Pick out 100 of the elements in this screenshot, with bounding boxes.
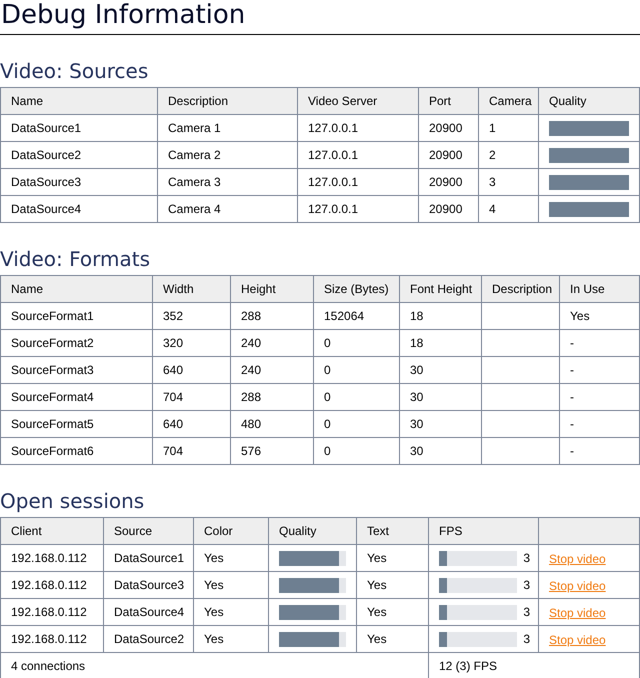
page-title: Debug Information [0,0,246,30]
table-cell: DataSource4 [0,196,158,222]
table-cell: Yes [194,626,268,652]
column-header: Width [152,276,230,302]
table-cell: 30 [400,410,482,438]
column-header: Name [0,276,152,302]
column-header: Font Height [400,276,482,302]
table-cell: DataSource2 [104,626,194,652]
table-cell: SourceFormat1 [0,302,152,330]
table-cell: DataSource2 [0,142,158,168]
table-cell: 30 [400,438,482,464]
table-cell: - [560,410,640,438]
table-cell: 640 [152,410,230,438]
table-cell: 30 [400,356,482,384]
table-cell: DataSource3 [0,168,158,196]
table-cell: Camera 4 [158,196,298,222]
table-cell: - [560,384,640,410]
table-cell: 240 [230,356,314,384]
table-cell: DataSource1 [0,114,158,142]
table-cell: 192.168.0.112 [0,626,104,652]
section-heading: Open sessions [0,488,144,514]
fps-value: 3 [523,550,530,567]
table-cell: Yes [356,544,428,572]
column-header: Video Server [298,88,418,114]
fps-value: 3 [523,631,530,648]
fps-value: 3 [523,577,530,594]
column-header: Size (Bytes) [314,276,400,302]
table-cell: 288 [230,384,314,410]
table-cell: 288 [230,302,314,330]
table-cell: 192.168.0.112 [0,572,104,598]
section-heading: Video: Formats [0,246,150,272]
column-header: Name [0,88,158,114]
table-cell: 152064 [314,302,400,330]
table-cell: 352 [152,302,230,330]
table-cell: 640 [152,356,230,384]
column-header: Client [0,518,104,544]
table-cell: SourceFormat3 [0,356,152,384]
column-header: Description [482,276,560,302]
column-header: Camera [478,88,538,114]
table-cell: 0 [314,384,400,410]
table-cell: 576 [230,438,314,464]
table-cell: 127.0.0.1 [298,142,418,168]
table-cell: DataSource4 [104,598,194,626]
column-header: Quality [268,518,356,544]
table-cell: 3 [478,168,538,196]
table-cell: 320 [152,330,230,356]
table-cell: 20900 [418,114,478,142]
fps-value: 3 [523,604,530,621]
table-cell: 192.168.0.112 [0,598,104,626]
table-cell: 127.0.0.1 [298,168,418,196]
table-cell: - [560,438,640,464]
table-cell: Camera 2 [158,142,298,168]
table-cell: Yes [194,572,268,598]
table-cell: Yes [560,302,640,330]
column-header: Port [418,88,478,114]
table-cell: SourceFormat5 [0,410,152,438]
table-cell: Camera 1 [158,114,298,142]
column-header: In Use [560,276,640,302]
table-cell: 480 [230,410,314,438]
table-cell: Yes [356,626,428,652]
table-cell: DataSource1 [104,544,194,572]
column-header: Color [194,518,268,544]
table-cell: 192.168.0.112 [0,544,104,572]
table-cell: 18 [400,302,482,330]
table-cell: 127.0.0.1 [298,196,418,222]
table-cell: 704 [152,384,230,410]
column-header: Height [230,276,314,302]
table-cell: - [560,330,640,356]
table-cell: SourceFormat4 [0,384,152,410]
table-cell: 240 [230,330,314,356]
table-cell: SourceFormat2 [0,330,152,356]
table-cell: 0 [314,356,400,384]
column-header: FPS [428,518,538,544]
table-cell: 0 [314,410,400,438]
table-cell: DataSource3 [104,572,194,598]
table-cell: 2 [478,142,538,168]
table-cell: 0 [314,330,400,356]
table-cell: Yes [356,598,428,626]
column-header: Source [104,518,194,544]
table-cell: 20900 [418,196,478,222]
column-header: Quality [538,88,640,114]
table-cell: SourceFormat6 [0,438,152,464]
table-cell: 4 [478,196,538,222]
table-cell: Camera 3 [158,168,298,196]
section-heading: Video: Sources [0,58,148,84]
column-header: Text [356,518,428,544]
table-cell: 127.0.0.1 [298,114,418,142]
table-cell: 20900 [418,142,478,168]
table-cell: 20900 [418,168,478,196]
table-cell: 0 [314,438,400,464]
table-cell: Yes [356,572,428,598]
table-cell: 1 [478,114,538,142]
table-cell: Yes [194,544,268,572]
table-cell: - [560,356,640,384]
table-cell: 704 [152,438,230,464]
table-cell: 4 connections [0,652,428,678]
column-header: Description [158,88,298,114]
table-cell: 18 [400,330,482,356]
table-cell: Yes [194,598,268,626]
table-cell: 30 [400,384,482,410]
